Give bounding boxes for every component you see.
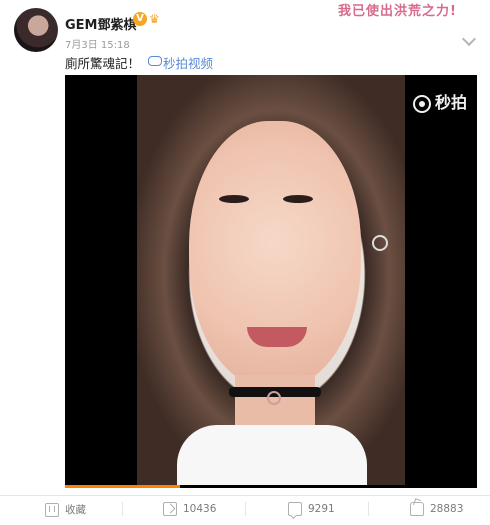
vip-crown-icon: ♛ [149, 12, 160, 26]
collect-label: 收藏 [65, 504, 86, 516]
choker-ring [267, 391, 281, 405]
post-actions: 收藏 10436 9291 28883 [0, 495, 490, 525]
video-source-link[interactable]: 秒拍视频 [163, 53, 213, 72]
like-action[interactable]: 28883 [410, 502, 463, 516]
video-frame [137, 75, 405, 485]
header-stamp: 我已使出洪荒之力! [338, 4, 457, 19]
video-face [189, 121, 361, 389]
share-count: 10436 [183, 503, 217, 515]
collect-action[interactable]: 收藏 [45, 502, 86, 517]
divider [245, 502, 246, 516]
video-player[interactable]: 秒拍 [65, 75, 477, 485]
comment-action[interactable]: 9291 [288, 502, 335, 516]
share-icon [163, 502, 177, 516]
username[interactable]: GEM鄧紫棋 [65, 14, 137, 33]
verified-badge: V [133, 12, 147, 26]
watermark-text: 秒拍 [434, 93, 467, 112]
shirt [177, 425, 367, 485]
video-link-icon[interactable] [148, 56, 162, 66]
earring [372, 235, 388, 251]
video-progress[interactable] [65, 485, 477, 488]
left-eye [219, 195, 249, 203]
video-watermark: 秒拍 [412, 89, 467, 113]
divider [122, 502, 123, 516]
watermark-icon [412, 94, 431, 113]
divider [368, 502, 369, 516]
like-icon [410, 502, 424, 516]
post-time[interactable]: 7月3日 15:18 [65, 36, 130, 51]
chevron-down-icon[interactable] [461, 31, 477, 47]
share-action[interactable]: 10436 [163, 502, 216, 516]
avatar[interactable] [14, 8, 58, 52]
comment-icon [288, 502, 302, 516]
comment-count: 9291 [308, 503, 335, 515]
like-count: 28883 [430, 503, 464, 515]
post-text: 廁所驚魂記！ [65, 56, 141, 71]
video-progress-fill [65, 485, 181, 488]
right-eye [283, 195, 313, 203]
collect-icon [45, 502, 59, 517]
